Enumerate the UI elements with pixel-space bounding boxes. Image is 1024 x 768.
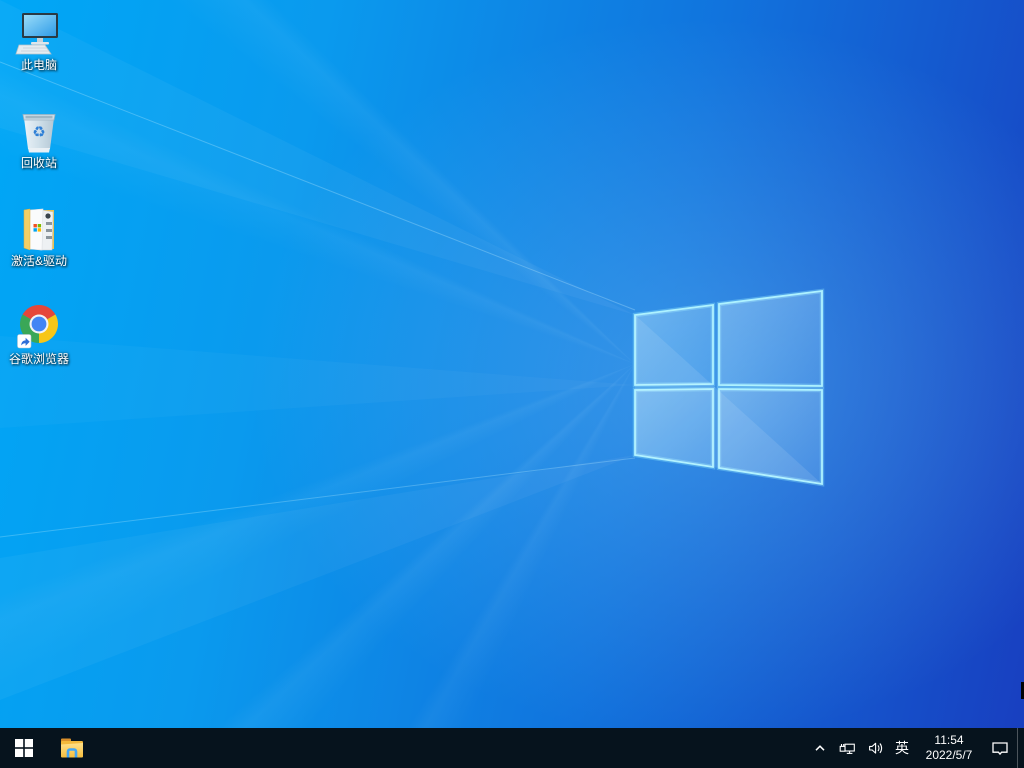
shortcut-arrow-badge (17, 334, 32, 349)
recycle-bin-icon: ♻ (22, 114, 56, 153)
clock-time: 11:54 (934, 733, 964, 747)
desktop-icon-this-pc[interactable]: 此电脑 (0, 8, 78, 72)
network-ethernet-icon (839, 743, 855, 754)
taskbar: 英 11:54 2022/5/7 (0, 728, 1024, 768)
action-center-button[interactable] (983, 728, 1017, 768)
wallpaper-rays (0, 0, 636, 700)
tray-overflow-button[interactable] (807, 728, 833, 768)
network-status-button[interactable] (833, 728, 861, 768)
show-desktop-button[interactable] (1018, 728, 1024, 768)
ime-language-indicator[interactable]: 英 (889, 728, 915, 768)
this-pc-icon (15, 13, 58, 55)
file-explorer-icon (61, 738, 83, 758)
folder-open-icon (23, 208, 54, 251)
volume-button[interactable] (861, 728, 889, 768)
start-button[interactable] (0, 728, 48, 768)
clock-date: 2022/5/7 (925, 748, 973, 762)
icon-label-this-pc: 此电脑 (20, 58, 57, 72)
clock[interactable]: 11:54 2022/5/7 (915, 728, 983, 768)
desktop-icon-google-chrome[interactable]: 谷歌浏览器 (0, 302, 78, 366)
chrome-icon (17, 305, 58, 349)
windows-start-icon (15, 739, 33, 757)
chevron-up-icon (815, 745, 825, 751)
file-explorer-button[interactable] (48, 728, 96, 768)
wallpaper-windows-logo (0, 0, 825, 700)
desktop-icon-activation-drivers[interactable]: 激活&驱动 (0, 204, 78, 268)
speaker-volume-icon (868, 742, 882, 754)
desktop-background[interactable]: 此电脑 ♻ 回收站 激活&驱动 谷歌浏览器 (0, 0, 1024, 728)
recycle-symbol: ♻ (32, 123, 45, 141)
desktop-icon-recycle-bin[interactable]: ♻ 回收站 (0, 106, 78, 170)
system-tray: 英 11:54 2022/5/7 (807, 728, 1024, 768)
action-center-icon (992, 741, 1008, 755)
icon-label-recycle-bin: 回收站 (20, 156, 57, 170)
icon-label-activation-drivers: 激活&驱动 (10, 254, 67, 268)
icon-label-google-chrome: 谷歌浏览器 (8, 352, 69, 366)
